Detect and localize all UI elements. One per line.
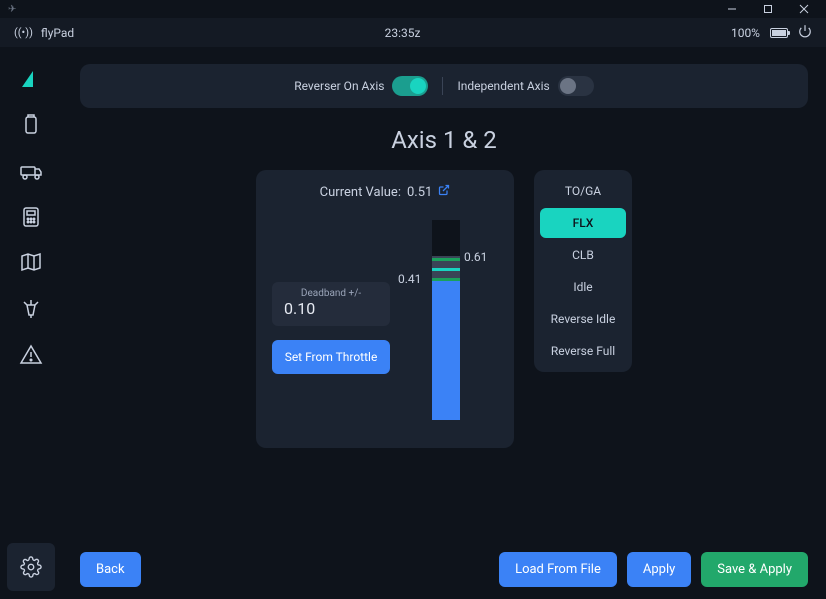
set-from-throttle-button[interactable]: Set From Throttle: [272, 340, 390, 374]
detent-list: TO/GAFLXCLBIdleReverse IdleReverse Full: [534, 170, 632, 372]
independent-axis-toggle[interactable]: [558, 76, 594, 96]
app-icon: ✈: [8, 4, 16, 15]
deadband-input[interactable]: Deadband +/- 0.10: [272, 282, 390, 326]
save-and-apply-button[interactable]: Save & Apply: [701, 552, 808, 587]
current-value: 0.51: [407, 185, 432, 200]
sidebar-item-navigation[interactable]: [10, 242, 52, 284]
detent-item-reverse-idle[interactable]: Reverse Idle: [540, 304, 626, 334]
axis-toggle-panel: Reverser On Axis Independent Axis: [80, 64, 808, 108]
reverser-on-axis-label: Reverser On Axis: [294, 79, 384, 93]
sidebar-item-dashboard[interactable]: [10, 58, 52, 100]
window-maximize-button[interactable]: [750, 0, 786, 18]
detent-item-clb[interactable]: CLB: [540, 240, 626, 270]
power-icon[interactable]: [798, 24, 812, 41]
external-link-icon[interactable]: [438, 184, 450, 200]
battery-icon: [770, 28, 788, 38]
independent-axis-label: Independent Axis: [457, 79, 549, 93]
sidebar-item-dispatch[interactable]: [10, 104, 52, 146]
footer: Back Load From File Apply Save & Apply: [80, 540, 808, 587]
statusbar: ((•)) flyPad 23:35z 100%: [0, 18, 826, 48]
signal-icon: ((•)): [14, 26, 33, 39]
os-titlebar: ✈: [0, 0, 826, 18]
sidebar-item-settings[interactable]: [7, 543, 55, 591]
detent-item-idle[interactable]: Idle: [540, 272, 626, 302]
back-button[interactable]: Back: [80, 552, 141, 587]
deadband-label: Deadband +/-: [284, 288, 378, 299]
sidebar: [0, 48, 62, 599]
window-minimize-button[interactable]: [714, 0, 750, 18]
divider: [442, 77, 443, 95]
deadband-value: 0.10: [284, 299, 378, 318]
load-from-file-button[interactable]: Load From File: [499, 552, 617, 587]
detent-item-reverse-full[interactable]: Reverse Full: [540, 336, 626, 366]
sidebar-item-ground[interactable]: [10, 150, 52, 192]
battery-percent: 100%: [731, 26, 760, 40]
lower-tick-label: 0.41: [398, 272, 421, 286]
detent-item-to-ga[interactable]: TO/GA: [540, 176, 626, 206]
reverser-on-axis-toggle[interactable]: [392, 76, 428, 96]
window-close-button[interactable]: [786, 0, 822, 18]
upper-tick-label: 0.61: [464, 250, 487, 264]
app-name: flyPad: [41, 26, 74, 40]
axis-card: Current Value: 0.51 Deadband +/- 0.10 Se…: [256, 170, 514, 448]
sidebar-item-failures[interactable]: [10, 334, 52, 376]
apply-button[interactable]: Apply: [627, 552, 691, 587]
current-value-label: Current Value:: [320, 185, 401, 200]
throttle-gauge: 0.61 0.41: [404, 220, 494, 430]
detent-item-flx[interactable]: FLX: [540, 208, 626, 238]
sidebar-item-atc[interactable]: [10, 288, 52, 330]
sidebar-item-performance[interactable]: [10, 196, 52, 238]
clock: 23:35z: [385, 26, 421, 40]
page-title: Axis 1 & 2: [80, 126, 808, 154]
